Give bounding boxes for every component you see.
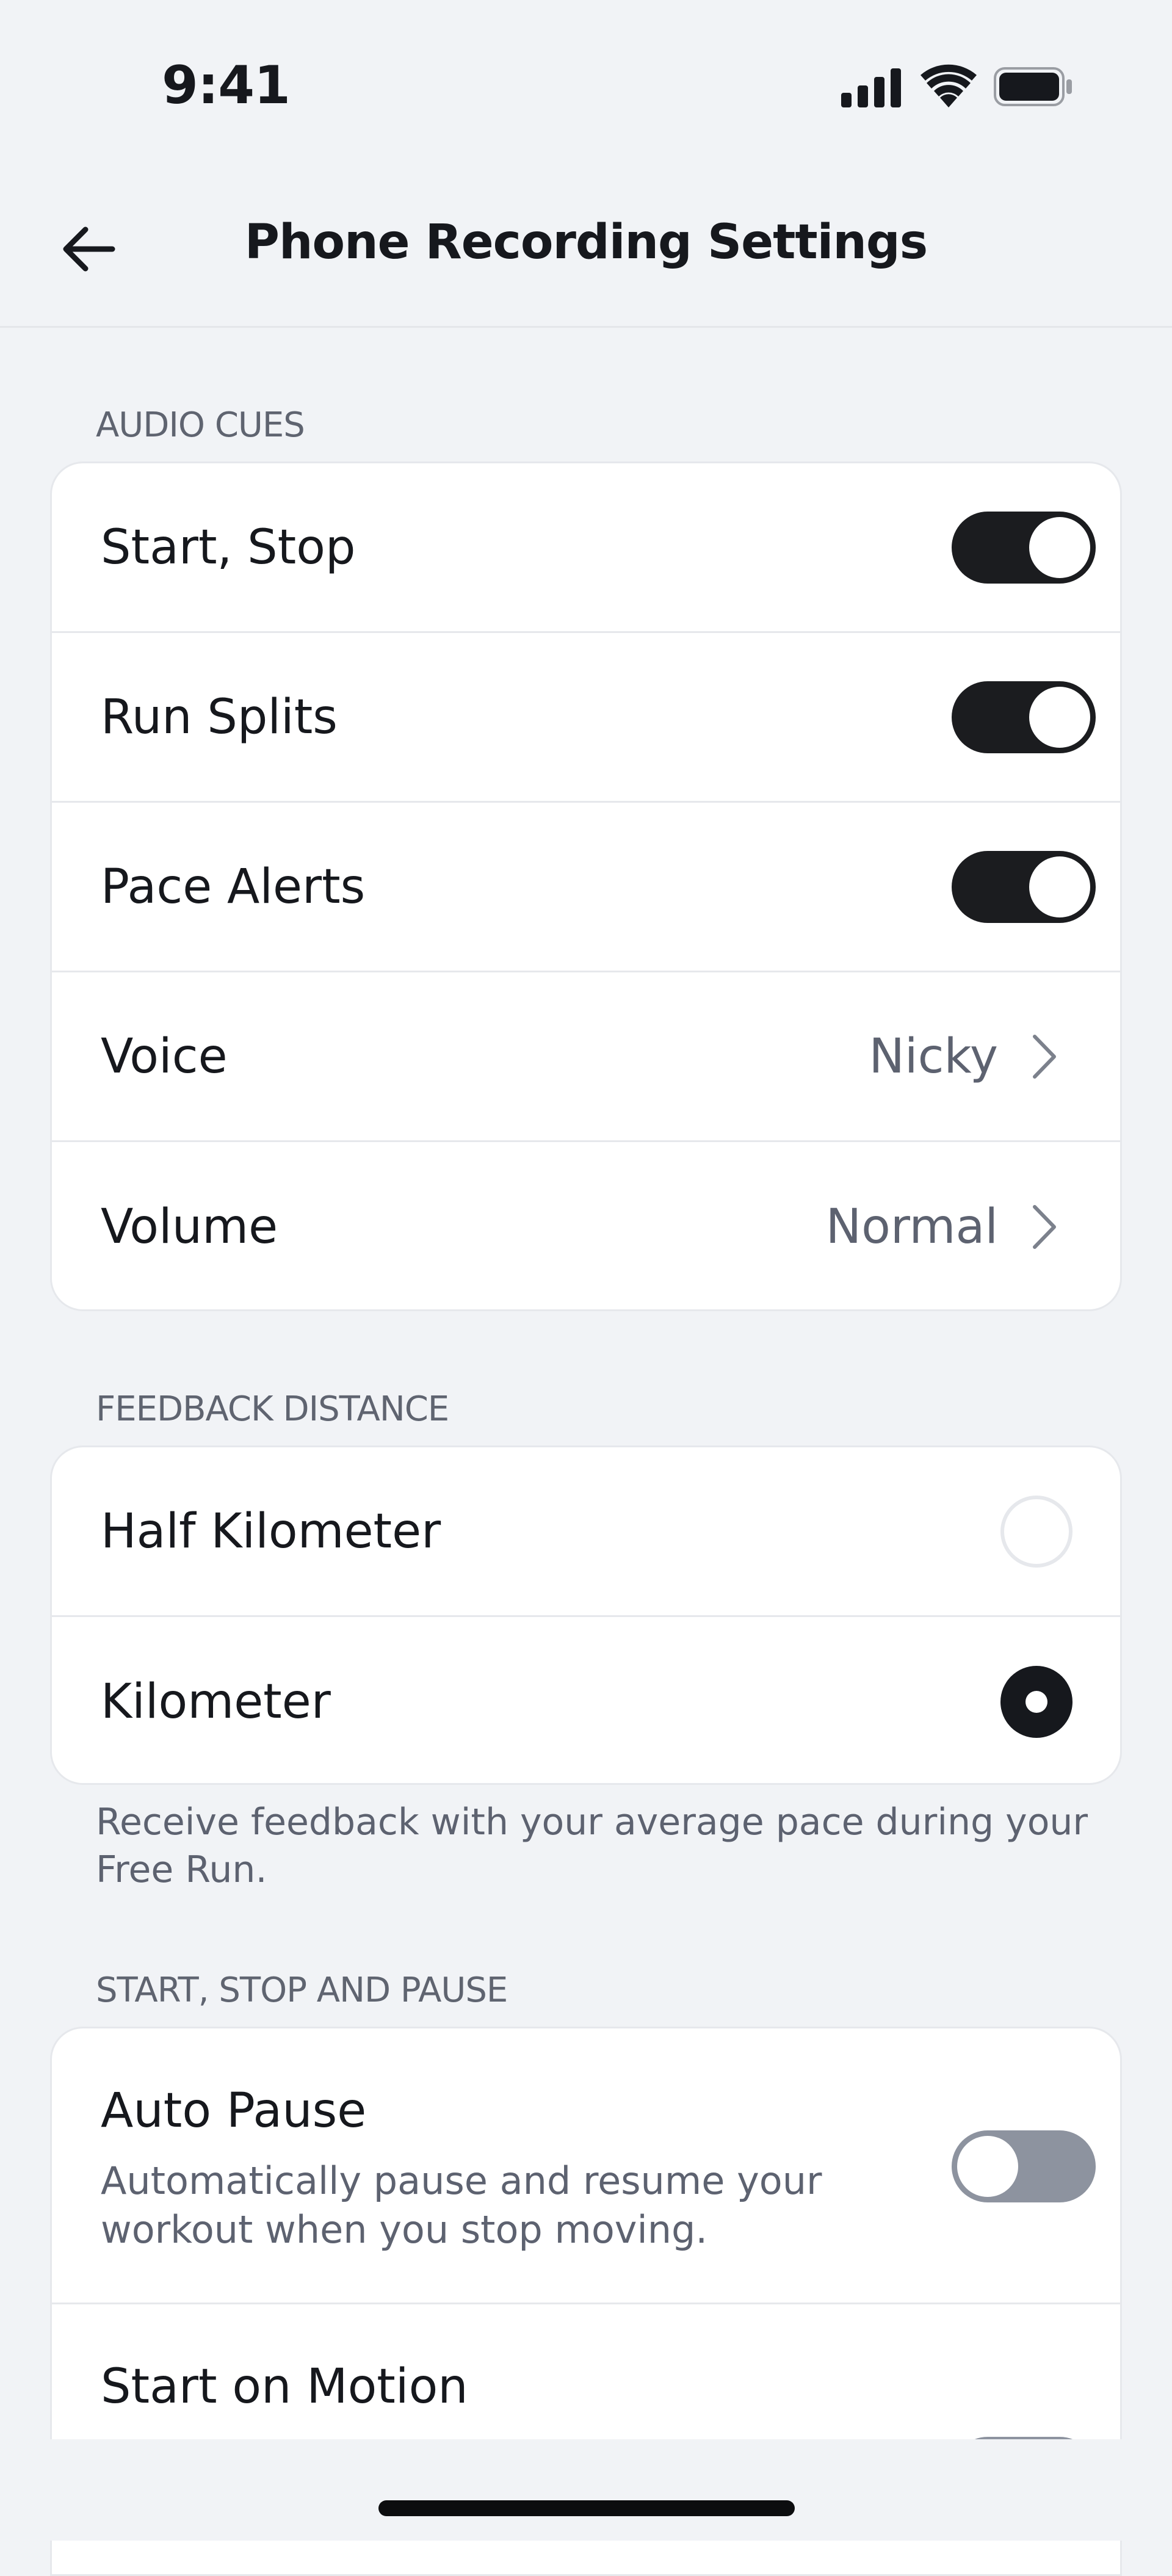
status-bar: 9:41 — [0, 0, 1172, 171]
nav-bar: Phone Recording Settings — [0, 183, 1172, 328]
row-label: Auto Pause — [101, 2083, 367, 2138]
cellular-signal-icon — [841, 68, 901, 107]
section-header-start-stop-pause: START, STOP AND PAUSE — [96, 1970, 508, 2010]
row-label: Half Kilometer — [101, 1503, 441, 1559]
row-label: Volume — [101, 1199, 278, 1254]
auto-pause-toggle[interactable] — [952, 2130, 1096, 2202]
page-title: Phone Recording Settings — [244, 215, 928, 270]
chevron-right-icon — [1033, 1034, 1056, 1079]
bottom-safe-area — [0, 2439, 1172, 2541]
radio-row-kilometer[interactable]: Kilometer — [52, 1617, 1120, 1783]
settings-row-pace-alerts[interactable]: Pace Alerts — [52, 803, 1120, 972]
status-time: 9:41 — [162, 55, 291, 116]
row-label: Pace Alerts — [101, 859, 366, 914]
row-label: Voice — [101, 1029, 228, 1084]
pace-alerts-toggle[interactable] — [952, 850, 1096, 923]
section-header-audio-cues: AUDIO CUES — [96, 405, 305, 445]
settings-row-voice[interactable]: Voice Nicky — [52, 972, 1120, 1142]
toggle-knob — [1029, 516, 1090, 578]
audio-cues-card: Start, Stop Run Splits Pace Alerts Voice… — [50, 461, 1122, 1311]
battery-icon — [994, 67, 1072, 106]
row-label: Run Splits — [101, 689, 338, 745]
start-stop-toggle[interactable] — [952, 511, 1096, 584]
chevron-right-icon — [1033, 1205, 1056, 1249]
settings-row-run-splits[interactable]: Run Splits — [52, 633, 1120, 803]
wifi-icon — [921, 64, 977, 107]
toggle-knob — [957, 2136, 1018, 2197]
toggle-knob — [1029, 856, 1090, 917]
toggle-knob — [1029, 686, 1090, 748]
kilometer-radio[interactable] — [1000, 1666, 1073, 1738]
row-label: Start on Motion — [101, 2359, 468, 2414]
half-kilometer-radio[interactable] — [1000, 1495, 1073, 1568]
settings-row-auto-pause[interactable]: Auto Pause Automatically pause and resum… — [52, 2028, 1120, 2304]
radio-row-half-kilometer[interactable]: Half Kilometer — [52, 1447, 1120, 1617]
section-header-feedback-distance: FEEDBACK DISTANCE — [96, 1389, 449, 1429]
row-description: Automatically pause and resume your work… — [101, 2158, 822, 2252]
row-label: Start, Stop — [101, 519, 356, 575]
voice-value: Nicky — [869, 1029, 998, 1084]
row-label: Kilometer — [101, 1674, 331, 1729]
volume-value: Normal — [825, 1199, 998, 1254]
feedback-footnote: Receive feedback with your average pace … — [96, 1801, 1088, 1891]
settings-row-start-stop[interactable]: Start, Stop — [52, 463, 1120, 633]
home-indicator[interactable] — [378, 2500, 795, 2516]
run-splits-toggle[interactable] — [952, 681, 1096, 753]
feedback-distance-card: Half Kilometer Kilometer — [50, 1445, 1122, 1785]
settings-row-volume[interactable]: Volume Normal — [52, 1142, 1120, 1309]
